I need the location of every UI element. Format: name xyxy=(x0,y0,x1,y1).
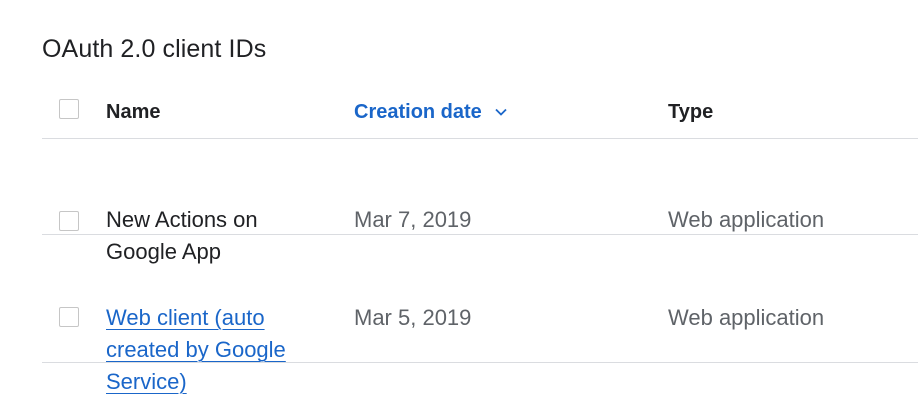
column-header-name[interactable]: Name xyxy=(106,96,316,128)
table-header-row: Name Creation date Type xyxy=(42,86,918,139)
row-checkbox[interactable] xyxy=(59,307,79,327)
client-name-cell: Web client (auto created by Google Servi… xyxy=(106,302,306,398)
column-header-creation-date[interactable]: Creation date xyxy=(354,96,634,128)
creation-date: Mar 5, 2019 xyxy=(354,305,472,330)
column-header-creation-date-label: Creation date xyxy=(354,101,482,123)
oauth-client-ids-page: OAuth 2.0 client IDs Name Creation date … xyxy=(0,0,918,412)
chevron-down-icon xyxy=(494,95,508,127)
select-all-checkbox[interactable] xyxy=(59,99,79,119)
section-title: OAuth 2.0 client IDs xyxy=(42,35,267,63)
oauth-clients-table: Name Creation date Type New Actions on G… xyxy=(42,86,918,394)
column-header-type[interactable]: Type xyxy=(668,96,918,128)
table-row: Web client (auto created by Google Servi… xyxy=(42,235,918,394)
client-name-link[interactable]: Web client (auto created by Google Servi… xyxy=(106,305,286,394)
client-type: Web application xyxy=(668,305,825,330)
creation-date: Mar 7, 2019 xyxy=(354,207,472,232)
row-checkbox[interactable] xyxy=(59,211,79,231)
table-row: New Actions on Google App Mar 7, 2019 We… xyxy=(42,139,918,264)
client-type: Web application xyxy=(668,207,825,232)
